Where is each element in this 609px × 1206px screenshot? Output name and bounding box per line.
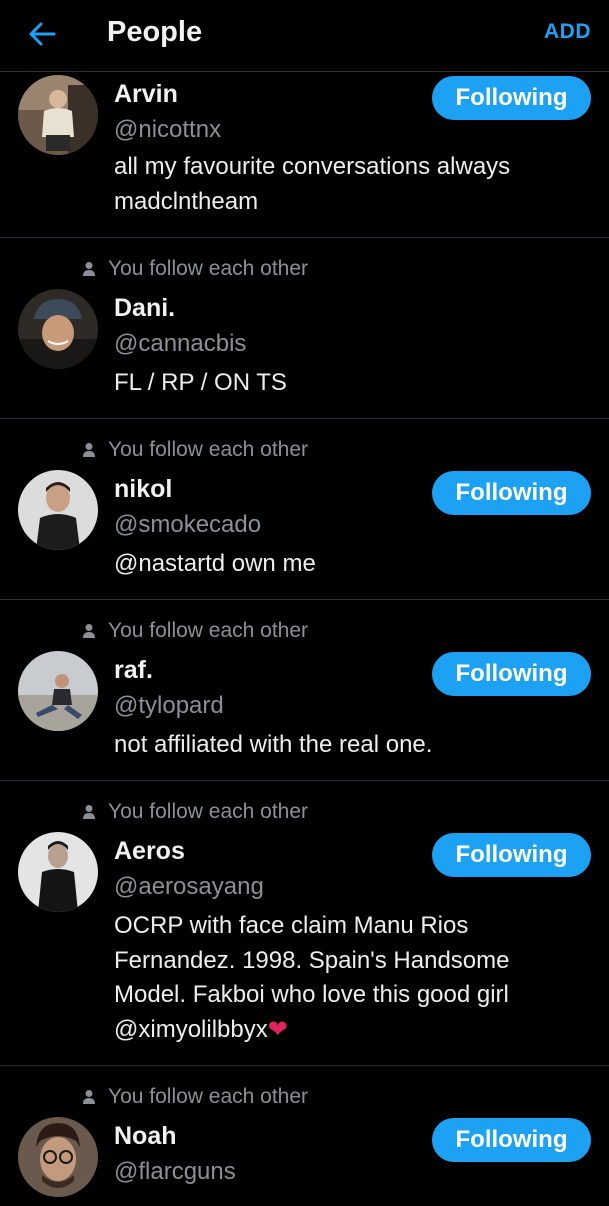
user-name: nikol bbox=[114, 475, 173, 503]
add-button[interactable]: ADD bbox=[544, 18, 591, 46]
social-context: You follow each other bbox=[82, 1085, 309, 1108]
person-icon bbox=[83, 262, 95, 276]
page-title: People bbox=[107, 16, 203, 48]
user-bio: all my favourite conversations always ma… bbox=[114, 153, 511, 215]
avatar[interactable] bbox=[18, 470, 98, 550]
arrow-left-icon bbox=[29, 22, 56, 46]
user-name: raf. bbox=[114, 656, 153, 684]
back-button[interactable] bbox=[22, 14, 62, 54]
user-bio: FL / RP / ON TS bbox=[114, 369, 287, 396]
social-context: You follow each other bbox=[82, 257, 309, 280]
social-context-label: You follow each other bbox=[108, 619, 309, 642]
social-context-label: You follow each other bbox=[108, 438, 309, 461]
social-context: You follow each other bbox=[82, 619, 309, 642]
user-bio-text: OCRP with face claim Manu Rios Fernandez… bbox=[114, 912, 510, 1043]
list-item[interactable]: Arvin @nicottnx all my favourite convers… bbox=[0, 72, 609, 238]
user-handle: @tylopard bbox=[114, 692, 224, 719]
user-name: Arvin bbox=[114, 80, 178, 108]
following-button[interactable]: Following bbox=[432, 652, 591, 696]
person-icon bbox=[83, 1090, 95, 1104]
user-handle: @aerosayang bbox=[114, 873, 264, 900]
list-item[interactable]: You follow each other Noah @flarcguns Fo… bbox=[0, 1066, 609, 1206]
following-button[interactable]: Following bbox=[432, 76, 591, 120]
user-bio: not affiliated with the real one. bbox=[114, 731, 433, 758]
person-icon bbox=[83, 805, 95, 819]
avatar[interactable] bbox=[18, 832, 98, 912]
user-handle: @smokecado bbox=[114, 511, 262, 538]
avatar[interactable] bbox=[18, 75, 98, 155]
user-handle: @cannacbis bbox=[114, 330, 247, 357]
user-name: Dani. bbox=[114, 294, 176, 322]
top-app-bar: People ADD bbox=[0, 0, 609, 72]
people-list: Arvin @nicottnx all my favourite convers… bbox=[0, 72, 609, 1206]
avatar[interactable] bbox=[18, 1117, 98, 1197]
list-item[interactable]: You follow each other Aeros @aerosayang … bbox=[0, 781, 609, 1066]
social-context-label: You follow each other bbox=[108, 257, 309, 280]
avatar[interactable] bbox=[18, 289, 98, 369]
following-button[interactable]: Following bbox=[432, 471, 591, 515]
user-handle: @flarcguns bbox=[114, 1158, 236, 1185]
social-context: You follow each other bbox=[82, 800, 309, 823]
person-icon bbox=[83, 624, 95, 638]
user-name: Noah bbox=[114, 1122, 177, 1150]
social-context-label: You follow each other bbox=[108, 800, 309, 823]
social-context-label: You follow each other bbox=[108, 1085, 309, 1108]
social-context: You follow each other bbox=[82, 438, 309, 461]
user-handle: @nicottnx bbox=[114, 116, 222, 143]
following-button[interactable]: Following bbox=[432, 833, 591, 877]
user-name: Aeros bbox=[114, 837, 185, 865]
list-item[interactable]: You follow each other nikol @smokecado @… bbox=[0, 419, 609, 600]
person-icon bbox=[83, 443, 95, 457]
list-item[interactable]: You follow each other Dani. @cannacbis F… bbox=[0, 238, 609, 419]
list-item[interactable]: You follow each other raf. @tylopard not… bbox=[0, 600, 609, 781]
avatar[interactable] bbox=[18, 651, 98, 731]
following-button[interactable]: Following bbox=[432, 1118, 591, 1162]
user-bio: @nastartd own me bbox=[114, 550, 316, 577]
user-bio: OCRP with face claim Manu Rios Fernandez… bbox=[114, 909, 564, 1047]
heart-emoji: ❤ bbox=[267, 1015, 288, 1043]
